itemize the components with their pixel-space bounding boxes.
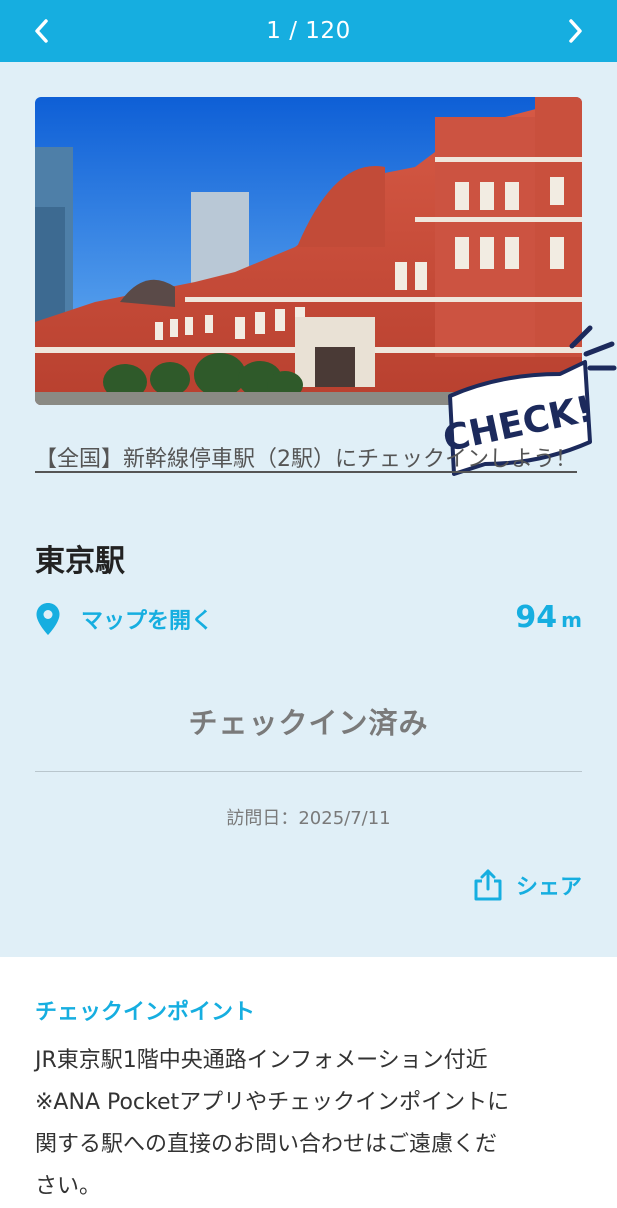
- prev-button[interactable]: [24, 13, 60, 49]
- distance-unit: m: [561, 608, 582, 632]
- map-pin-icon: [36, 603, 60, 635]
- description-line: ※ANA Pocketアプリやチェックインポイントに: [35, 1090, 510, 1115]
- description-line: 関する駅への直接のお問い合わせはご遠慮くだ: [35, 1132, 498, 1157]
- chevron-right-icon: [569, 19, 582, 43]
- checkin-point-title: チェックインポイント: [35, 1000, 256, 1025]
- distance: 94 m: [515, 600, 582, 635]
- open-map-link[interactable]: マップを開く: [35, 602, 213, 636]
- campaign-link[interactable]: 【全国】新幹線停車駅（2駅）にチェックインしよう！: [35, 438, 585, 481]
- description-line: さい。: [35, 1174, 102, 1199]
- checkin-point-description: JR東京駅1階中央通路インフォメーション付近 ※ANA Pocketアプリやチェ…: [35, 1040, 585, 1208]
- divider: [35, 771, 582, 772]
- chevron-left-icon: [35, 19, 48, 43]
- visit-date: 訪問日：2025/7/11: [226, 808, 391, 829]
- page-counter: 1 / 120: [266, 18, 351, 44]
- share-button[interactable]: シェア: [472, 868, 582, 902]
- top-nav-bar: 1 / 120: [0, 0, 617, 62]
- distance-value: 94: [515, 600, 558, 635]
- station-card: CHECK! 【全国】新幹線停車駅（2駅）にチェックインしよう！ 東京駅 マップ…: [0, 62, 617, 957]
- share-icon: [474, 869, 502, 901]
- description-line: JR東京駅1階中央通路インフォメーション付近: [35, 1048, 488, 1073]
- share-label: シェア: [515, 875, 582, 900]
- station-name: 東京駅: [35, 544, 125, 579]
- checkin-status: チェックイン済み: [188, 706, 429, 740]
- open-map-label: マップを開く: [81, 609, 214, 634]
- next-button[interactable]: [557, 13, 593, 49]
